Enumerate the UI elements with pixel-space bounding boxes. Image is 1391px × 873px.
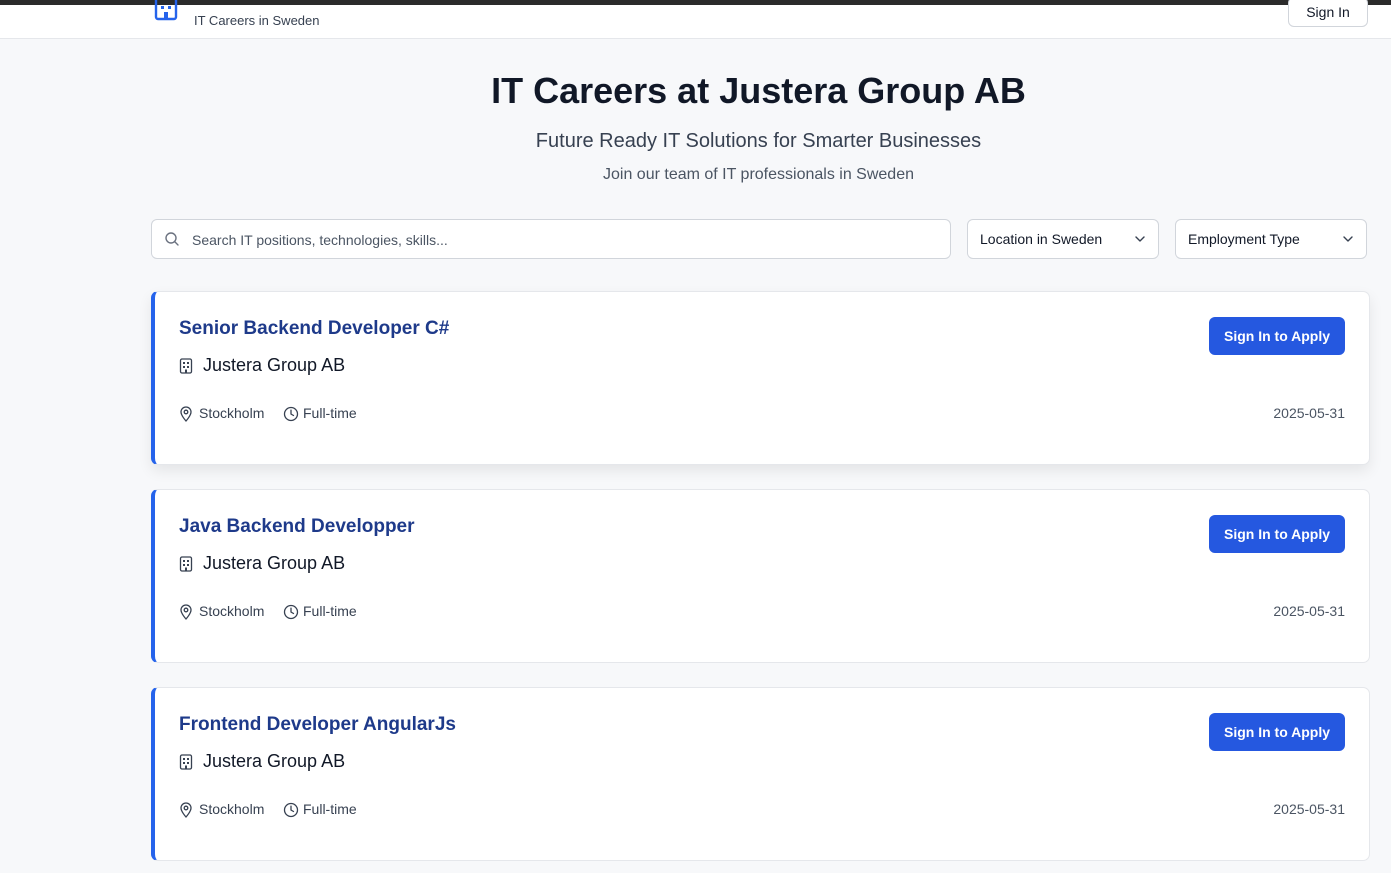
search-input[interactable] [190,228,934,252]
sign-in-to-apply-button[interactable]: Sign In to Apply [1209,515,1345,553]
map-pin-icon [180,802,192,818]
job-location: Stockholm [199,603,265,619]
company-name: Justera Group AB [203,751,346,771]
building-icon [179,358,193,374]
job-card[interactable]: Frontend Developer AngularJs Justera Gro… [151,687,1370,861]
search-icon [165,232,179,246]
job-location: Stockholm [199,801,265,817]
clock-icon [283,406,299,422]
map-pin-icon [180,406,192,422]
job-location: Stockholm [199,405,265,421]
sign-in-to-apply-button[interactable]: Sign In to Apply [1209,317,1345,355]
job-card[interactable]: Java Backend Developper Justera Group AB… [151,489,1370,663]
site-header: IT Careers in Sweden Sign In [0,0,1391,39]
job-date: 2025-05-31 [1273,405,1345,421]
job-type: Full-time [303,405,357,421]
job-title[interactable]: Java Backend Developper [179,516,415,538]
page-tagline: Join our team of IT professionals in Swe… [603,166,914,183]
job-date: 2025-05-31 [1273,603,1345,619]
employment-type-select[interactable]: Employment Type [1175,219,1367,259]
page-subtitle: Future Ready IT Solutions for Smarter Bu… [535,130,982,152]
search-box[interactable] [151,219,951,259]
header-subtitle: IT Careers in Sweden [194,13,320,28]
chevron-down-icon [1135,236,1145,242]
chevron-down-icon [1343,236,1353,242]
building-icon[interactable] [153,0,179,21]
sign-in-button[interactable]: Sign In [1288,0,1368,27]
page-title: IT Careers at Justera Group AB [491,70,1026,111]
clock-icon [283,802,299,818]
job-card[interactable]: Senior Backend Developer C# Justera Grou… [151,291,1370,465]
sign-in-to-apply-button[interactable]: Sign In to Apply [1209,713,1345,751]
location-select[interactable]: Location in Sweden [967,219,1159,259]
company-name: Justera Group AB [203,355,346,375]
company-name: Justera Group AB [203,553,346,573]
job-type: Full-time [303,603,357,619]
job-title[interactable]: Senior Backend Developer C# [179,318,449,340]
building-icon [179,556,193,572]
clock-icon [283,604,299,620]
job-date: 2025-05-31 [1273,801,1345,817]
employment-type-select-label: Employment Type [1188,231,1300,247]
location-select-label: Location in Sweden [980,231,1103,247]
job-type: Full-time [303,801,357,817]
map-pin-icon [180,604,192,620]
building-icon [179,754,193,770]
job-title[interactable]: Frontend Developer AngularJs [179,714,456,736]
